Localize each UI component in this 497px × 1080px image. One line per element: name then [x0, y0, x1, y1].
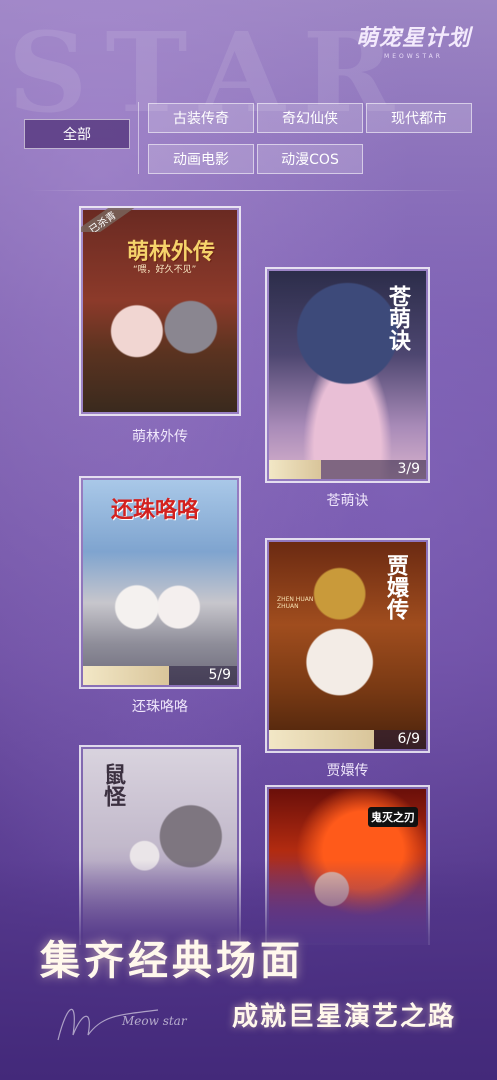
card-title: 贾嬛传 — [326, 763, 369, 779]
signature-text: Meow star — [122, 1014, 187, 1028]
progress-fill — [269, 460, 322, 479]
section-divider — [28, 190, 468, 191]
tab-all[interactable]: 全部 — [24, 119, 130, 149]
finished-badge: 已杀青 — [81, 208, 141, 232]
card-title: 还珠咯咯 — [132, 699, 188, 715]
poster-title: 鬼灭之刃 — [368, 807, 418, 827]
brand-logo: 萌宠星计划 MEOWSTAR — [356, 20, 471, 60]
slogan-line-1: 集齐经典场面 — [40, 937, 304, 984]
poster-title: 贾嬛传 — [383, 554, 409, 620]
poster-title: 还珠咯咯 — [111, 497, 200, 523]
tab-modern-urban[interactable]: 现代都市 — [366, 103, 472, 133]
progress-fill — [83, 666, 169, 685]
card-title: 苍萌诀 — [326, 493, 369, 509]
poster-image: 萌林外传 “喂，好久不见” — [83, 210, 237, 412]
tab-animated-film[interactable]: 动画电影 — [148, 144, 254, 174]
progress-text: 5/9 — [208, 667, 231, 683]
progress-bar: 6/9 — [269, 730, 426, 749]
tab-anime-cos[interactable]: 动漫COS — [257, 144, 363, 174]
tab-costume-legend[interactable]: 古装传奇 — [148, 103, 254, 133]
poster-subtitle: ZHEN HUAN ZHUAN — [277, 596, 314, 610]
logo-title: 萌宠星计划 — [355, 25, 471, 51]
progress-text: 3/9 — [397, 461, 420, 477]
drama-card-huanzhu[interactable]: 还珠咯咯 5/9 — [79, 476, 241, 689]
progress-text: 6/9 — [397, 731, 420, 747]
poster-image: 贾嬛传 ZHEN HUAN ZHUAN — [269, 542, 426, 749]
progress-bar: 3/9 — [269, 460, 426, 479]
drama-card-zhenhuan[interactable]: 贾嬛传 ZHEN HUAN ZHUAN 6/9 — [265, 538, 430, 753]
logo-subtitle: MEOWSTAR — [384, 53, 443, 60]
progress-bar: 5/9 — [83, 666, 237, 685]
drama-card-cangmeng[interactable]: 苍萌诀 3/9 — [265, 267, 430, 483]
card-title: 萌林外传 — [132, 429, 188, 445]
slogan-line-2: 成就巨星演艺之路 — [232, 1002, 457, 1032]
drama-card-menglin[interactable]: 萌林外传 “喂，好久不见” 已杀青 — [79, 206, 241, 416]
progress-fill — [269, 730, 374, 749]
poster-title: 鼠怪 — [100, 763, 126, 807]
filter-divider — [138, 102, 139, 174]
tab-fantasy-xianxia[interactable]: 奇幻仙侠 — [257, 103, 363, 133]
poster-subtitle: “喂，好久不见” — [133, 265, 197, 275]
poster-image: 还珠咯咯 — [83, 480, 237, 685]
poster-image: 苍萌诀 — [269, 271, 426, 479]
poster-title: 苍萌诀 — [385, 285, 411, 351]
